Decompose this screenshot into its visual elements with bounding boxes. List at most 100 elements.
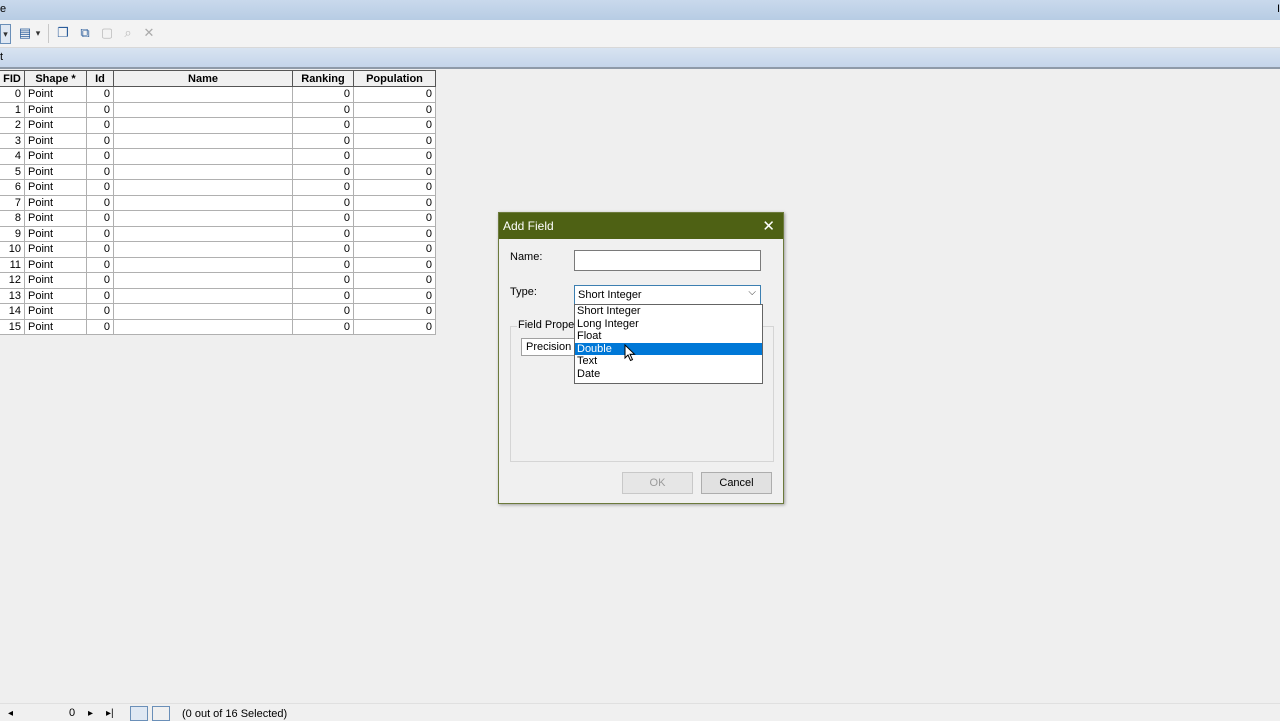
table-row[interactable]: 11 Point 0 0 0	[0, 256, 436, 273]
cell-shape[interactable]: Point	[24, 86, 87, 103]
cell-ranking[interactable]: 0	[292, 241, 354, 258]
cell-name[interactable]	[113, 256, 293, 273]
cell-fid[interactable]: 11	[0, 256, 25, 273]
cell-fid[interactable]: 5	[0, 163, 25, 180]
cell-id[interactable]: 0	[86, 241, 114, 258]
field-type-select[interactable]: Short Integer ⌵	[574, 285, 761, 305]
cell-ranking[interactable]: 0	[292, 194, 354, 211]
cell-id[interactable]: 0	[86, 132, 114, 149]
cell-ranking[interactable]: 0	[292, 272, 354, 289]
cell-shape[interactable]: Point	[24, 210, 87, 227]
column-header-name[interactable]: Name	[113, 70, 293, 87]
cell-fid[interactable]: 6	[0, 179, 25, 196]
cell-population[interactable]: 0	[353, 272, 436, 289]
cell-name[interactable]	[113, 132, 293, 149]
last-record-icon[interactable]: ▸|	[106, 708, 114, 719]
cell-fid[interactable]: 2	[0, 117, 25, 134]
chevron-down-icon[interactable]: ▾	[33, 24, 43, 42]
cell-name[interactable]	[113, 272, 293, 289]
cell-fid[interactable]: 9	[0, 225, 25, 242]
cell-name[interactable]	[113, 101, 293, 118]
option-text[interactable]: Text	[575, 355, 762, 368]
cell-name[interactable]	[113, 287, 293, 304]
cell-shape[interactable]: Point	[24, 194, 87, 211]
switch-selection-icon[interactable]: ⧉	[76, 24, 94, 42]
option-double[interactable]: Double	[575, 342, 762, 356]
table-row[interactable]: 10 Point 0 0 0	[0, 241, 436, 258]
cell-id[interactable]: 0	[86, 148, 114, 165]
cell-id[interactable]: 0	[86, 194, 114, 211]
cell-ranking[interactable]: 0	[292, 132, 354, 149]
cell-population[interactable]: 0	[353, 163, 436, 180]
cell-id[interactable]: 0	[86, 86, 114, 103]
column-header-id[interactable]: Id	[86, 70, 114, 87]
cell-ranking[interactable]: 0	[292, 225, 354, 242]
cell-name[interactable]	[113, 210, 293, 227]
table-row[interactable]: 13 Point 0 0 0	[0, 287, 436, 304]
option-short-integer[interactable]: Short Integer	[575, 305, 762, 318]
cell-population[interactable]: 0	[353, 101, 436, 118]
cell-name[interactable]	[113, 225, 293, 242]
related-tables-icon[interactable]: ▤	[16, 24, 34, 42]
cell-population[interactable]: 0	[353, 179, 436, 196]
cell-fid[interactable]: 12	[0, 272, 25, 289]
cell-name[interactable]	[113, 194, 293, 211]
table-row[interactable]: 6 Point 0 0 0	[0, 179, 436, 196]
cell-population[interactable]: 0	[353, 303, 436, 320]
cell-id[interactable]: 0	[86, 303, 114, 320]
cell-shape[interactable]: Point	[24, 241, 87, 258]
table-row[interactable]: 4 Point 0 0 0	[0, 148, 436, 165]
cell-fid[interactable]: 10	[0, 241, 25, 258]
next-record-icon[interactable]: ▸	[88, 708, 93, 719]
cell-shape[interactable]: Point	[24, 318, 87, 335]
cell-fid[interactable]: 14	[0, 303, 25, 320]
cell-population[interactable]: 0	[353, 117, 436, 134]
cell-shape[interactable]: Point	[24, 256, 87, 273]
table-row[interactable]: 7 Point 0 0 0	[0, 194, 436, 211]
table-row[interactable]: 15 Point 0 0 0	[0, 318, 436, 335]
cell-name[interactable]	[113, 148, 293, 165]
cell-shape[interactable]: Point	[24, 132, 87, 149]
table-row[interactable]: 8 Point 0 0 0	[0, 210, 436, 227]
cell-name[interactable]	[113, 179, 293, 196]
table-row[interactable]: 3 Point 0 0 0	[0, 132, 436, 149]
column-header-shape[interactable]: Shape *	[24, 70, 87, 87]
cell-name[interactable]	[113, 86, 293, 103]
table-tab-label[interactable]: t	[0, 51, 3, 63]
cell-id[interactable]: 0	[86, 210, 114, 227]
show-all-records-icon[interactable]	[130, 706, 148, 721]
cell-ranking[interactable]: 0	[292, 117, 354, 134]
table-row[interactable]: 1 Point 0 0 0	[0, 101, 436, 118]
table-row[interactable]: 9 Point 0 0 0	[0, 225, 436, 242]
cell-ranking[interactable]: 0	[292, 256, 354, 273]
cell-shape[interactable]: Point	[24, 287, 87, 304]
cell-population[interactable]: 0	[353, 86, 436, 103]
cell-shape[interactable]: Point	[24, 179, 87, 196]
ok-button[interactable]: OK	[622, 472, 693, 494]
cell-ranking[interactable]: 0	[292, 318, 354, 335]
cell-shape[interactable]: Point	[24, 163, 87, 180]
cell-name[interactable]	[113, 163, 293, 180]
cell-population[interactable]: 0	[353, 148, 436, 165]
table-row[interactable]: 0 Point 0 0 0	[0, 86, 436, 103]
cell-shape[interactable]: Point	[24, 272, 87, 289]
cell-id[interactable]: 0	[86, 163, 114, 180]
cell-id[interactable]: 0	[86, 318, 114, 335]
delete-selected-icon[interactable]: ✕	[140, 24, 158, 42]
column-header-ranking[interactable]: Ranking	[292, 70, 354, 87]
previous-record-icon[interactable]: ◂	[8, 708, 13, 719]
cell-fid[interactable]: 4	[0, 148, 25, 165]
cell-fid[interactable]: 13	[0, 287, 25, 304]
cell-shape[interactable]: Point	[24, 117, 87, 134]
option-long-integer[interactable]: Long Integer	[575, 318, 762, 331]
cell-fid[interactable]: 8	[0, 210, 25, 227]
cell-ranking[interactable]: 0	[292, 86, 354, 103]
cell-id[interactable]: 0	[86, 117, 114, 134]
precision-property[interactable]: Precision	[521, 338, 578, 356]
cell-name[interactable]	[113, 318, 293, 335]
cell-fid[interactable]: 7	[0, 194, 25, 211]
cell-population[interactable]: 0	[353, 241, 436, 258]
cell-id[interactable]: 0	[86, 101, 114, 118]
table-options-dropdown[interactable]: ▾	[0, 24, 11, 44]
cell-ranking[interactable]: 0	[292, 303, 354, 320]
